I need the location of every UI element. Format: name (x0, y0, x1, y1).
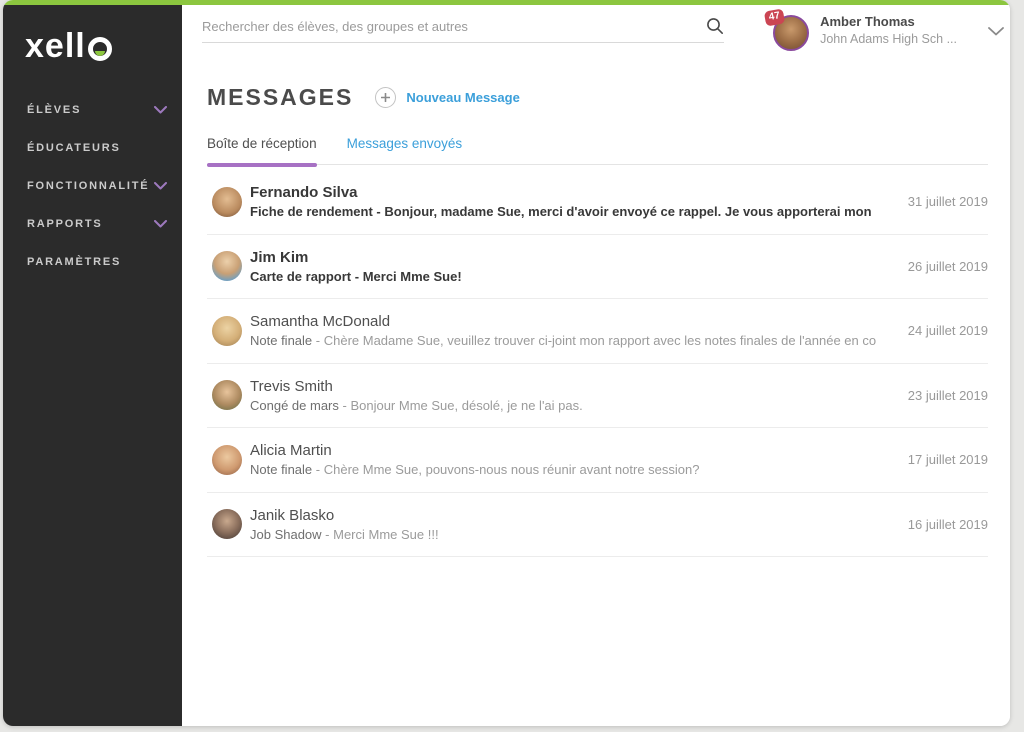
message-subject: Job Shadow (250, 527, 322, 542)
user-avatar-wrap: 47 (767, 11, 809, 51)
avatar (212, 316, 242, 346)
separator: - (312, 462, 324, 477)
search-input[interactable] (202, 19, 706, 34)
message-date: 31 juillet 2019 (876, 194, 988, 209)
message-body: Chère Mme Sue, pouvons-nous nous réunir … (324, 462, 700, 477)
new-message-label: Nouveau Message (406, 90, 519, 105)
xello-logo[interactable]: xell (25, 32, 182, 61)
chevron-down-icon (154, 106, 167, 114)
separator: - (322, 527, 334, 542)
messages-page: MESSAGES Nouveau Message Boîte de récept… (182, 67, 1010, 726)
message-body: Chère Madame Sue, veuillez trouver ci-jo… (324, 333, 876, 348)
sidebar-item-educateurs[interactable]: ÉDUCATEURS (3, 129, 182, 167)
message-row[interactable]: Alicia Martin Note finale - Chère Mme Su… (207, 428, 988, 493)
separator: - (339, 398, 351, 413)
message-body: Bonjour, madame Sue, merci d'avoir envoy… (384, 204, 876, 219)
message-preview: Fiche de rendement - Bonjour, madame Sue… (250, 204, 876, 219)
search-bar (202, 17, 724, 43)
message-row[interactable]: Fernando Silva Fiche de rendement - Bonj… (207, 170, 988, 235)
sender-name: Samantha McDonald (250, 313, 876, 330)
sender-name: Fernando Silva (250, 184, 876, 201)
user-school: John Adams High Sch ... (820, 31, 957, 47)
message-text: Janik Blasko Job Shadow - Merci Mme Sue … (250, 507, 876, 542)
page-title: MESSAGES (207, 84, 353, 111)
sender-name: Trevis Smith (250, 378, 876, 395)
avatar (212, 445, 242, 475)
message-body: Merci Mme Sue! (363, 269, 462, 284)
sidebar-item-rapports[interactable]: RAPPORTS (3, 205, 182, 243)
message-preview: Job Shadow - Merci Mme Sue !!! (250, 527, 876, 542)
message-date: 24 juillet 2019 (876, 323, 988, 338)
avatar (212, 187, 242, 217)
message-preview: Carte de rapport - Merci Mme Sue! (250, 269, 876, 284)
separator: - (312, 333, 324, 348)
message-subject: Congé de mars (250, 398, 339, 413)
message-subject: Carte de rapport (250, 269, 351, 284)
message-preview: Congé de mars - Bonjour Mme Sue, désolé,… (250, 398, 876, 413)
logo-o-icon (88, 37, 112, 61)
user-menu[interactable]: 47 Amber Thomas John Adams High Sch ... (767, 11, 1006, 51)
sidebar: xell ÉLÈVES ÉDUCATEURS FONCTIONNALITÉ RA… (3, 5, 182, 726)
tab-bar: Boîte de réception Messages envoyés (207, 136, 988, 165)
message-row[interactable]: Janik Blasko Job Shadow - Merci Mme Sue … (207, 493, 988, 558)
avatar (212, 251, 242, 281)
tab-sent[interactable]: Messages envoyés (347, 136, 463, 164)
message-date: 17 juillet 2019 (876, 452, 988, 467)
message-subject: Fiche de rendement (250, 204, 373, 219)
message-preview: Note finale - Chère Madame Sue, veuillez… (250, 333, 876, 348)
sender-name: Alicia Martin (250, 442, 876, 459)
message-text: Trevis Smith Congé de mars - Bonjour Mme… (250, 378, 876, 413)
sidebar-item-label: PARAMÈTRES (27, 256, 121, 268)
sidebar-item-parametres[interactable]: PARAMÈTRES (3, 243, 182, 281)
main-panel: 47 Amber Thomas John Adams High Sch ... … (182, 5, 1010, 726)
app-window: xell ÉLÈVES ÉDUCATEURS FONCTIONNALITÉ RA… (3, 0, 1010, 726)
message-row[interactable]: Trevis Smith Congé de mars - Bonjour Mme… (207, 364, 988, 429)
title-row: MESSAGES Nouveau Message (207, 67, 988, 111)
avatar (212, 509, 242, 539)
chevron-down-icon (154, 220, 167, 228)
message-text: Fernando Silva Fiche de rendement - Bonj… (250, 184, 876, 219)
chevron-down-icon (154, 182, 167, 190)
message-preview: Note finale - Chère Mme Sue, pouvons-nou… (250, 462, 876, 477)
message-body: Bonjour Mme Sue, désolé, je ne l'ai pas. (350, 398, 582, 413)
search-icon[interactable] (706, 17, 724, 35)
message-date: 26 juillet 2019 (876, 259, 988, 274)
message-body: Merci Mme Sue !!! (333, 527, 438, 542)
message-subject: Note finale (250, 462, 312, 477)
user-info: Amber Thomas John Adams High Sch ... (820, 14, 957, 47)
sender-name: Jim Kim (250, 249, 876, 266)
sidebar-item-label: RAPPORTS (27, 218, 103, 230)
message-date: 23 juillet 2019 (876, 388, 988, 403)
new-message-button[interactable]: Nouveau Message (375, 87, 519, 108)
message-list: Fernando Silva Fiche de rendement - Bonj… (207, 170, 988, 557)
sidebar-item-label: FONCTIONNALITÉ (27, 180, 149, 192)
sidebar-nav: ÉLÈVES ÉDUCATEURS FONCTIONNALITÉ RAPPORT… (3, 91, 182, 281)
separator: - (373, 204, 385, 219)
plus-icon (375, 87, 396, 108)
sidebar-item-eleves[interactable]: ÉLÈVES (3, 91, 182, 129)
sender-name: Janik Blasko (250, 507, 876, 524)
message-row[interactable]: Samantha McDonald Note finale - Chère Ma… (207, 299, 988, 364)
chevron-down-icon[interactable] (988, 27, 1004, 36)
sidebar-item-fonctionnalite[interactable]: FONCTIONNALITÉ (3, 167, 182, 205)
message-date: 16 juillet 2019 (876, 517, 988, 532)
separator: - (351, 269, 363, 284)
message-subject: Note finale (250, 333, 312, 348)
sidebar-item-label: ÉDUCATEURS (27, 142, 121, 154)
top-bar: 47 Amber Thomas John Adams High Sch ... (182, 5, 1010, 67)
logo-text: xell (25, 32, 86, 61)
tab-inbox[interactable]: Boîte de réception (207, 136, 317, 164)
sidebar-item-label: ÉLÈVES (27, 104, 81, 116)
avatar (212, 380, 242, 410)
message-text: Samantha McDonald Note finale - Chère Ma… (250, 313, 876, 348)
message-text: Jim Kim Carte de rapport - Merci Mme Sue… (250, 249, 876, 284)
message-text: Alicia Martin Note finale - Chère Mme Su… (250, 442, 876, 477)
message-row[interactable]: Jim Kim Carte de rapport - Merci Mme Sue… (207, 235, 988, 300)
user-name: Amber Thomas (820, 14, 957, 31)
